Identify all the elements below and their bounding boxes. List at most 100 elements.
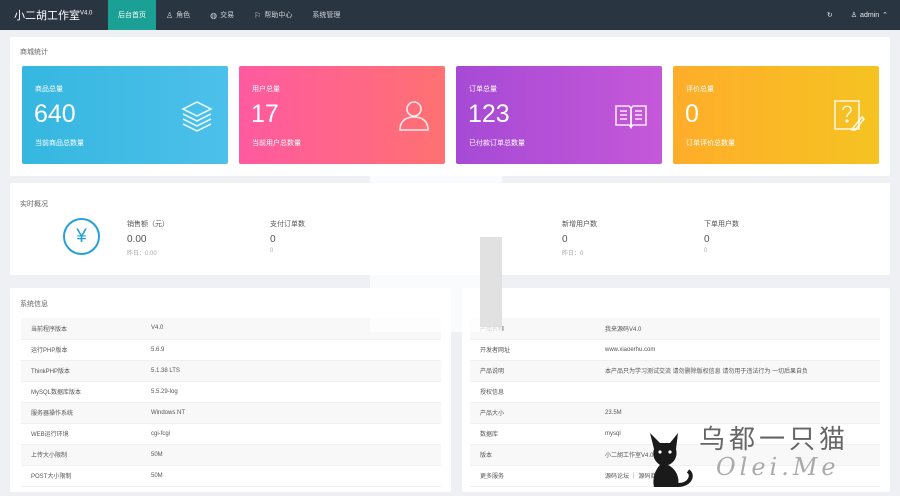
row-value: 我来源码V4.0 (595, 318, 880, 340)
card-sub: 当前用户总数量 (252, 140, 301, 147)
metric-yesterday: 昨日：0.00 (127, 251, 157, 257)
row-key: 产品说明 (470, 360, 595, 382)
stat-card-orders[interactable]: 订单总量 123 已付款订单总数量 (456, 66, 662, 164)
nav-item-role[interactable]: ♙ 角色 (156, 0, 200, 30)
row-key: POST大小限制 (21, 465, 141, 487)
card-value: 0 (685, 100, 699, 128)
metric-label: 新增用户数 (562, 221, 597, 228)
nav-label: 帮助中心 (264, 12, 293, 19)
globe-icon: ◍ (210, 10, 218, 20)
metric-order-users: 下单用户数 0 0 (704, 219, 809, 254)
row-key: 更多服务 (470, 465, 595, 487)
metric-value: 0 (270, 234, 276, 245)
row-key: 服务器操作系统 (21, 402, 141, 424)
row-value: 50M (141, 444, 441, 466)
metric-new-users: 新增用户数 0 昨日：0 (562, 219, 667, 257)
card-sub: 已付款订单总数量 (469, 140, 525, 147)
table-row: 产品名称我来源码V4.0 (470, 318, 880, 340)
row-key: MySQL数据库版本 (21, 381, 141, 403)
nav-item-help[interactable]: ⚐ 帮助中心 (244, 0, 302, 30)
metric-value: 0.00 (127, 234, 147, 245)
metric-label: 销售额（元） (127, 221, 169, 228)
table-row: 上传大小限制 50M (21, 444, 441, 466)
card-label: 商品总量 (35, 86, 63, 93)
user-menu[interactable]: ♙ admin ⌃ (850, 11, 888, 20)
system-info-table: 当前程序版本 V4.0 运行PHP版本 5.6.9 ThinkPHP版本 5.1.38… (21, 318, 441, 487)
card-value: 123 (468, 100, 510, 128)
table-row: MySQL数据库版本 5.5.29-log (21, 381, 441, 403)
chevron-up-icon: ⌃ (882, 12, 888, 19)
table-row: 产品说明 本产品只为学习测试交流 请勿删除版权信息 请勿用于违法行为 一切后果自负 (470, 360, 880, 382)
table-row: POST大小限制 50M (21, 465, 441, 487)
watermark-text: 乌都一只猫 (699, 425, 850, 455)
row-key: 授权信息 (470, 381, 595, 403)
main-nav: 后台首页 ♙ 角色 ◍ 交易 ⚐ 帮助中心 系统管理 (108, 0, 350, 30)
stat-card-reviews[interactable]: 评价总量 0 订单评价总数量 (673, 66, 879, 164)
topbar-actions: ↻ ♙ admin ⌃ (827, 11, 900, 20)
stat-card-users[interactable]: 用户总量 17 当前用户总数量 (239, 66, 445, 164)
card-label: 订单总量 (469, 86, 497, 93)
user-icon (399, 101, 429, 131)
stats-panel: 商城统计 商品总量 640 当前商品总数量 用户总量 17 当前用户总数量 订单… (10, 37, 890, 176)
metric-yesterday: 0 (704, 248, 708, 254)
row-key: 产品大小 (470, 402, 595, 424)
metric-yesterday: 昨日：0 (562, 251, 584, 257)
row-key: 数据库 (470, 423, 595, 445)
metric-label: 支付订单数 (270, 221, 305, 228)
nav-item-trade[interactable]: ◍ 交易 (200, 0, 244, 30)
row-value: 5.6.9 (141, 339, 441, 361)
row-key: ThinkPHP版本 (21, 360, 141, 382)
refresh-icon[interactable]: ↻ (827, 11, 833, 19)
cat-logo (650, 433, 693, 487)
book-icon (615, 105, 647, 129)
flag-icon: ⚐ (254, 10, 262, 20)
row-value: 5.1.38 LTS (141, 360, 441, 382)
nav-label: 交易 (220, 12, 235, 19)
metric-yesterday: 0 (270, 248, 274, 254)
metric-sales: 销售额（元） 0.00 昨日：0.00 (127, 219, 232, 257)
nav-label: 后台首页 (118, 12, 146, 19)
card-label: 评价总量 (686, 86, 714, 93)
row-key: 开发者网址 (470, 339, 595, 361)
metric-value: 0 (562, 234, 568, 245)
row-value: 5.5.29-log (141, 381, 441, 403)
stat-card-products[interactable]: 商品总量 640 当前商品总数量 (22, 66, 228, 164)
row-value: www.xiaoerhu.com (595, 339, 880, 361)
metric-paid-orders: 支付订单数 0 0 (270, 219, 375, 254)
username: admin (860, 11, 880, 19)
user-icon: ♙ (166, 10, 174, 20)
brand-name: 小二胡工作室 (14, 10, 80, 22)
comment-edit-icon (834, 100, 865, 131)
nav-item-dashboard[interactable]: 后台首页 (108, 0, 156, 30)
yen-icon: ¥ (63, 218, 100, 255)
table-row: 授权信息 (470, 381, 880, 403)
overlay-bar (480, 237, 502, 327)
nav-label: 角色 (176, 12, 191, 19)
table-row: ThinkPHP版本 5.1.38 LTS (21, 360, 441, 382)
metric-value: 0 (704, 234, 710, 245)
nav-item-system[interactable]: 系统管理 (302, 0, 350, 30)
system-info-title: 系统信息 (20, 301, 48, 308)
table-row: 服务器操作系统 Windows NT (21, 402, 441, 424)
nav-label: 系统管理 (312, 12, 341, 19)
card-sub: 订单评价总数量 (686, 140, 735, 147)
watermark-subtext: Olei.Me (716, 453, 840, 481)
card-label: 用户总量 (252, 86, 280, 93)
row-value: Windows NT (141, 402, 441, 424)
row-key: 版本 (470, 444, 595, 466)
realtime-title: 实时概况 (20, 201, 48, 208)
row-key: 运行PHP版本 (21, 339, 141, 361)
layers-icon (181, 101, 213, 132)
stats-title: 商城统计 (20, 49, 48, 56)
user-icon: ♙ (850, 12, 858, 19)
card-value: 640 (34, 100, 76, 128)
table-row: WEB运行环境 cgi-fcgi (21, 423, 441, 445)
row-value (595, 381, 880, 403)
app-brand[interactable]: 小二胡工作室V4.0 (0, 7, 108, 23)
row-value: 50M (141, 465, 441, 487)
brand-version: V4.0 (80, 10, 93, 17)
top-navbar: 小二胡工作室V4.0 后台首页 ♙ 角色 ◍ 交易 ⚐ 帮助中心 系统管理 ↻ … (0, 0, 900, 30)
card-sub: 当前商品总数量 (35, 140, 84, 147)
table-row: 运行PHP版本 5.6.9 (21, 339, 441, 361)
metric-label: 下单用户数 (704, 221, 739, 228)
